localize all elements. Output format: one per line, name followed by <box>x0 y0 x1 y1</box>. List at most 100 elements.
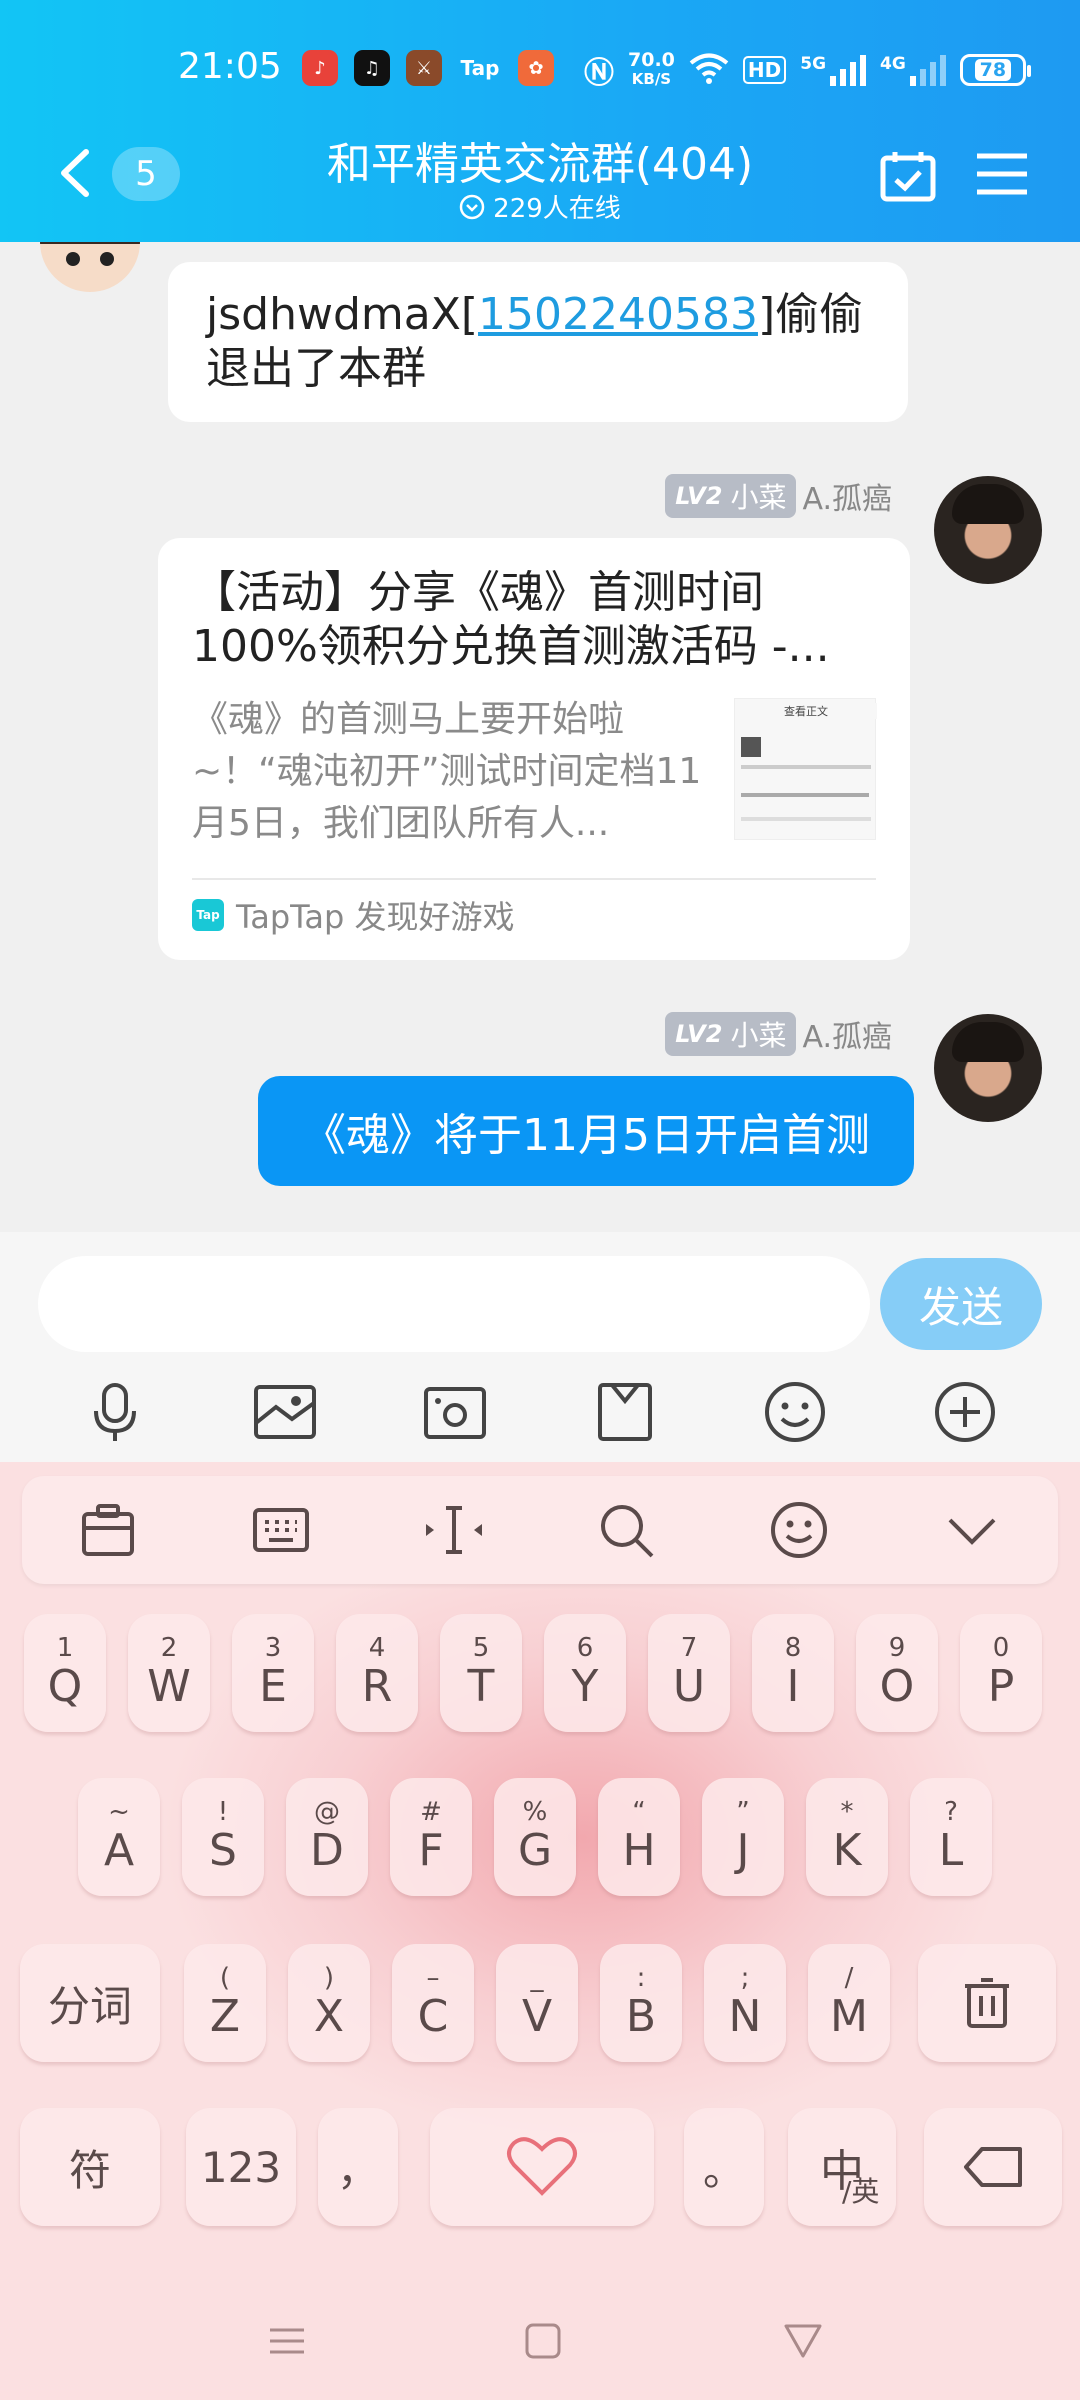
key-secondary-label: 8 <box>784 1633 802 1663</box>
signal-4g-label: 4G <box>880 54 906 74</box>
delete-key[interactable] <box>918 1944 1056 2062</box>
key-u[interactable]: 7U <box>648 1614 730 1732</box>
card-description: 《魂》的首测马上要开始啦~！“魂沌初开”测试时间定档11月5日，我们团队所有人.… <box>192 699 702 844</box>
collapse-icon[interactable] <box>942 1500 1002 1560</box>
card-thumbnail: 查看正文 <box>734 698 877 840</box>
key-label: O <box>879 1661 915 1712</box>
key-w[interactable]: 2W <box>128 1614 210 1732</box>
key-y[interactable]: 6Y <box>544 1614 626 1732</box>
key-s[interactable]: ! S <box>182 1778 264 1896</box>
period-key[interactable]: 。 <box>684 2108 764 2226</box>
key-label: G <box>517 1825 553 1876</box>
sender-name[interactable]: A.孤癌 <box>802 1012 892 1056</box>
key-k[interactable]: * K <box>806 1778 888 1896</box>
search-icon[interactable] <box>596 1500 656 1560</box>
key-secondary-label: 7 <box>680 1633 698 1663</box>
heart-icon <box>507 2137 577 2196</box>
symbol-key[interactable]: 符 <box>20 2108 160 2226</box>
key-d[interactable]: @ D <box>286 1778 368 1896</box>
plus-icon[interactable] <box>932 1379 998 1445</box>
key-secondary-label: 2 <box>160 1633 178 1663</box>
key-j[interactable]: ” J <box>702 1778 784 1896</box>
key-b[interactable]: :B <box>600 1944 682 2062</box>
key-h[interactable]: “H <box>598 1778 680 1896</box>
emoji-icon[interactable] <box>769 1500 829 1560</box>
keyboard-icon[interactable] <box>251 1500 311 1560</box>
battery-icon: 78 <box>959 54 1031 86</box>
avatar[interactable] <box>40 242 140 292</box>
share-card[interactable]: 【活动】分享《魂》首测时间100%领积分兑换首测激活码 -... 《魂》的首测马… <box>158 538 910 960</box>
avatar[interactable] <box>934 476 1042 584</box>
key-label: B <box>625 1991 657 2042</box>
key-secondary-label: 5 <box>472 1633 490 1663</box>
key-n[interactable]: ; N <box>704 1944 786 2062</box>
image-icon[interactable] <box>252 1379 318 1445</box>
comma-key[interactable]: ， <box>318 2108 398 2226</box>
signal-4g-icon: 4G <box>880 54 946 86</box>
key-q[interactable]: 1Q <box>24 1614 106 1732</box>
trash-icon <box>965 1978 1009 2028</box>
key-secondary-label: ~ <box>108 1797 130 1827</box>
back-nav-icon[interactable] <box>778 2316 828 2366</box>
key-secondary-label: ( <box>219 1963 231 1993</box>
home-nav-icon[interactable] <box>518 2316 568 2366</box>
key-secondary-label: ? <box>944 1797 958 1827</box>
enter-key[interactable] <box>924 2108 1062 2226</box>
camera-icon[interactable] <box>422 1379 488 1445</box>
number-key[interactable]: 123 <box>186 2108 296 2226</box>
qq-number-link[interactable]: 1502240583 <box>478 289 758 340</box>
key-label: D <box>310 1825 344 1876</box>
key-secondary-label: : <box>636 1963 646 1993</box>
send-button[interactable]: 发送 <box>880 1258 1042 1350</box>
key-label: C <box>417 1991 449 2042</box>
key-r[interactable]: 4R <box>336 1614 418 1732</box>
text-message[interactable]: 《魂》将于11月5日开启首测 <box>258 1076 914 1186</box>
key-x[interactable]: ) X <box>288 1944 370 2062</box>
menu-nav-icon[interactable] <box>262 2316 312 2366</box>
level-title: 小菜 <box>730 481 787 514</box>
key-m[interactable]: / M <box>808 1944 890 2062</box>
key-secondary-label: @ <box>314 1797 340 1827</box>
status-time: 21:05 <box>178 46 282 87</box>
sender-name[interactable]: A.孤癌 <box>802 474 892 518</box>
level-badge: LV2 小菜 <box>665 474 797 518</box>
navigation-bar <box>0 2290 1080 2400</box>
key-p[interactable]: 0P <box>960 1614 1042 1732</box>
clipboard-icon[interactable] <box>78 1500 138 1560</box>
key-a[interactable]: ~ A <box>78 1778 160 1896</box>
key-i[interactable]: 8I <box>752 1614 834 1732</box>
chat-messages[interactable]: jsdhwdmaX[1502240583]偷偷退出了本群 LV2 小菜 A.孤癌 … <box>0 242 1080 1232</box>
key-o[interactable]: 9O <box>856 1614 938 1732</box>
battery-level: 78 <box>974 59 1012 81</box>
key-t[interactable]: 5T <box>440 1614 522 1732</box>
key-f[interactable]: # F <box>390 1778 472 1896</box>
card-body: 《魂》的首测马上要开始啦~！“魂沌初开”测试时间定档11月5日，我们团队所有人.… <box>192 694 877 864</box>
cursor-icon[interactable] <box>424 1500 484 1560</box>
key-label: K <box>832 1825 862 1876</box>
key-z[interactable]: (Z <box>184 1944 266 2062</box>
key-secondary-label: 4 <box>368 1633 386 1663</box>
key-l[interactable]: ? L <box>910 1778 992 1896</box>
menu-icon[interactable] <box>975 152 1029 196</box>
key-g[interactable]: % G <box>494 1778 576 1896</box>
key-v[interactable]: _ V <box>496 1944 578 2062</box>
key-e[interactable]: 3E <box>232 1614 314 1732</box>
language-key[interactable]: 中/英 <box>788 2108 896 2226</box>
key-label: T <box>467 1661 495 1712</box>
microphone-icon[interactable] <box>82 1379 148 1445</box>
key-secondary-label: 9 <box>888 1633 906 1663</box>
space-key[interactable] <box>430 2108 654 2226</box>
file-icon[interactable] <box>592 1379 658 1445</box>
key-c[interactable]: – C <box>392 1944 474 2062</box>
message-input[interactable] <box>38 1256 870 1352</box>
avatar[interactable] <box>934 1014 1042 1122</box>
level-badge: LV2 小菜 <box>665 1012 797 1056</box>
key-secondary-label: * <box>840 1797 854 1827</box>
network-speed: 70.0 KB/S <box>628 51 675 89</box>
key-label: N <box>728 1991 762 2042</box>
key-label: R <box>361 1661 393 1712</box>
key-label: V <box>521 1991 553 2042</box>
fenci-key[interactable]: 分词 <box>20 1944 160 2062</box>
emoji-icon[interactable] <box>762 1379 828 1445</box>
calendar-check-icon[interactable] <box>880 150 936 202</box>
